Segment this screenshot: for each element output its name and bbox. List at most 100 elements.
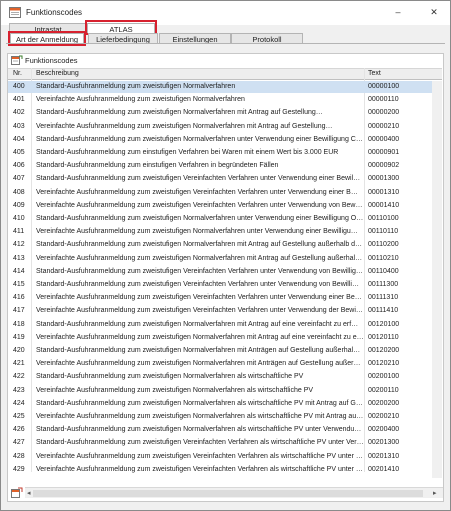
cell-text: 00110110 <box>368 228 399 236</box>
cell-beschreibung: Standard-Ausfuhranmeldung zum zweistufig… <box>36 439 364 447</box>
panel-title: Funktionscodes <box>25 56 78 65</box>
cell-beschreibung: Vereinfachte Ausfuhranmeldung zum zweist… <box>36 333 364 341</box>
table-row[interactable]: 419 Vereinfachte Ausfuhranmeldung zum zwe… <box>8 332 442 344</box>
cell-nr: 419 <box>13 333 25 341</box>
cell-beschreibung: Vereinfachte Ausfuhranmeldung zum zweist… <box>36 254 363 262</box>
close-button[interactable]: ✕ <box>426 5 442 19</box>
cell-beschreibung: Vereinfachte Ausfuhranmeldung zum zweist… <box>36 360 361 368</box>
table-row[interactable]: 416 Vereinfachte Ausfuhranmeldung zum zwe… <box>8 292 442 304</box>
cell-text: 00120210 <box>368 360 400 368</box>
title-bar: Funktionscodes – ✕ <box>1 1 450 25</box>
cell-beschreibung: Vereinfachte Ausfuhranmeldung zum zweist… <box>36 201 363 209</box>
cell-beschreibung: Vereinfachte Ausfuhranmeldung zum zweist… <box>36 96 245 104</box>
cell-nr: 404 <box>13 135 25 143</box>
cell-text: 00000100 <box>368 83 400 90</box>
cell-text: 00201310 <box>368 452 400 460</box>
cell-nr: 403 <box>13 122 25 130</box>
cell-nr: 410 <box>13 215 25 222</box>
table-row[interactable]: 422 Standard-Ausfuhranmeldung zum zweistu… <box>8 371 442 383</box>
cell-beschreibung: Vereinfachte Ausfuhranmeldung zum zweist… <box>36 386 314 394</box>
cell-nr: 408 <box>13 188 25 196</box>
cell-beschreibung: Vereinfachte Ausfuhranmeldung zum zweist… <box>36 307 363 315</box>
table-row[interactable]: 417 Vereinfachte Ausfuhranmeldung zum zwe… <box>8 305 442 317</box>
minimize-button[interactable]: – <box>390 5 406 19</box>
cell-nr: 409 <box>13 201 25 209</box>
cell-nr: 424 <box>13 399 25 407</box>
cell-nr: 421 <box>13 360 25 368</box>
table-row[interactable]: 411 Vereinfachte Ausfuhranmeldung zum zwe… <box>8 226 442 238</box>
cell-text: 00120200 <box>368 347 400 354</box>
cell-beschreibung: Vereinfachte Ausfuhranmeldung zum zweist… <box>36 228 358 236</box>
table-row[interactable]: 413 Vereinfachte Ausfuhranmeldung zum zwe… <box>8 253 442 265</box>
column-header-text[interactable]: Text <box>368 70 381 77</box>
cell-beschreibung: Standard-Ausfuhranmeldung zum zweistufig… <box>36 83 236 90</box>
table-row[interactable]: 404 Standard-Ausfuhranmeldung zum zweistu… <box>8 134 442 146</box>
cell-nr: 420 <box>13 347 25 354</box>
table-row[interactable]: 418 Standard-Ausfuhranmeldung zum zweistu… <box>8 319 442 331</box>
cell-beschreibung: Standard-Ausfuhranmeldung zum zweistufig… <box>36 215 364 222</box>
table-row[interactable]: 403 Vereinfachte Ausfuhranmeldung zum zwe… <box>8 121 442 133</box>
table-row[interactable]: 421 Vereinfachte Ausfuhranmeldung zum zwe… <box>8 358 442 370</box>
table-row[interactable]: 409 Vereinfachte Ausfuhranmeldung zum zwe… <box>8 200 442 212</box>
scroll-thumb[interactable] <box>33 490 423 497</box>
cell-text: 00201300 <box>368 439 400 447</box>
cell-nr: 418 <box>13 320 25 328</box>
horizontal-scrollbar[interactable]: ◂ ▸ <box>25 487 443 498</box>
window-title: Funktionscodes <box>26 8 83 17</box>
table-row[interactable]: 420 Standard-Ausfuhranmeldung zum zweistu… <box>8 345 442 357</box>
vertical-scrollbar[interactable] <box>432 81 442 478</box>
cell-beschreibung: Standard-Ausfuhranmeldung zum zweistufig… <box>36 267 364 275</box>
cell-nr: 429 <box>13 465 25 473</box>
table-row[interactable]: 408 Vereinfachte Ausfuhranmeldung zum zwe… <box>8 187 442 199</box>
app-icon <box>9 7 21 18</box>
cell-nr: 426 <box>13 426 25 434</box>
cell-beschreibung: Standard-Ausfuhranmeldung zum zweistufig… <box>36 399 364 407</box>
cell-beschreibung: Standard-Ausfuhranmeldung zum einstufige… <box>36 162 279 170</box>
cell-text: 00001300 <box>368 175 400 183</box>
cell-text: 00120100 <box>368 320 400 328</box>
table-row[interactable]: 402 Standard-Ausfuhranmeldung zum zweistu… <box>8 107 442 119</box>
cell-beschreibung: Standard-Ausfuhranmeldung zum zweistufig… <box>36 241 363 249</box>
cell-beschreibung: Vereinfachte Ausfuhranmeldung zum zweist… <box>36 465 363 473</box>
table-row[interactable]: 425 Vereinfachte Ausfuhranmeldung zum zwe… <box>8 411 442 423</box>
cell-text: 00000200 <box>368 109 400 117</box>
cell-nr: 413 <box>13 254 25 262</box>
tab-divider <box>6 43 445 44</box>
table-row[interactable]: 400 Standard-Ausfuhranmeldung zum zweistu… <box>8 81 442 93</box>
cell-nr: 411 <box>13 228 25 236</box>
table-row[interactable]: 412 Standard-Ausfuhranmeldung zum zweistu… <box>8 239 442 251</box>
cell-text: 00200100 <box>368 373 400 381</box>
cell-text: 00111300 <box>368 281 399 288</box>
table-row[interactable]: 424 Standard-Ausfuhranmeldung zum zweistu… <box>8 398 442 410</box>
funktionscodes-window: Funktionscodes – ✕ Intrastat ATLAS Art d… <box>0 0 451 511</box>
cell-text: 00200400 <box>368 426 400 434</box>
scroll-right-icon[interactable]: ▸ <box>433 489 437 497</box>
table-row[interactable]: 426 Standard-Ausfuhranmeldung zum zweistu… <box>8 424 442 436</box>
table-row[interactable]: 407 Standard-Ausfuhranmeldung zum zweistu… <box>8 173 442 185</box>
column-header-beschreibung[interactable]: Beschreibung <box>36 70 79 77</box>
scroll-left-icon[interactable]: ◂ <box>27 489 31 497</box>
table-row[interactable]: 401 Vereinfachte Ausfuhranmeldung zum zwe… <box>8 94 442 106</box>
cell-text: 00001310 <box>368 188 400 196</box>
table-row[interactable]: 429 Vereinfachte Ausfuhranmeldung zum zwe… <box>8 464 442 476</box>
cell-beschreibung: Standard-Ausfuhranmeldung zum einstufige… <box>36 149 339 156</box>
table-row[interactable]: 415 Standard-Ausfuhranmeldung zum zweistu… <box>8 279 442 291</box>
export-icon[interactable] <box>11 487 23 498</box>
table-row[interactable]: 414 Standard-Ausfuhranmeldung zum zweistu… <box>8 266 442 278</box>
cell-nr: 428 <box>13 452 25 460</box>
table-row[interactable]: 423 Vereinfachte Ausfuhranmeldung zum zwe… <box>8 385 442 397</box>
cell-text: 00200210 <box>368 413 400 420</box>
funktionscodes-icon <box>11 55 23 65</box>
table-row[interactable]: 410 Standard-Ausfuhranmeldung zum zweistu… <box>8 213 442 225</box>
table-row[interactable]: 406 Standard-Ausfuhranmeldung zum einstuf… <box>8 160 442 172</box>
column-header-nr[interactable]: Nr. <box>13 70 22 77</box>
table-row[interactable]: 427 Standard-Ausfuhranmeldung zum zweistu… <box>8 437 442 449</box>
table-row[interactable]: 428 Vereinfachte Ausfuhranmeldung zum zwe… <box>8 451 442 463</box>
table-row[interactable]: 405 Standard-Ausfuhranmeldung zum einstuf… <box>8 147 442 159</box>
cell-beschreibung: Standard-Ausfuhranmeldung zum zweistufig… <box>36 175 361 183</box>
cell-text: 00120110 <box>368 333 399 341</box>
cell-nr: 405 <box>13 149 25 156</box>
cell-beschreibung: Vereinfachte Ausfuhranmeldung zum zweist… <box>36 413 364 420</box>
grid-header: Nr. Beschreibung Text <box>8 68 442 80</box>
cell-text: 00000210 <box>368 122 400 130</box>
